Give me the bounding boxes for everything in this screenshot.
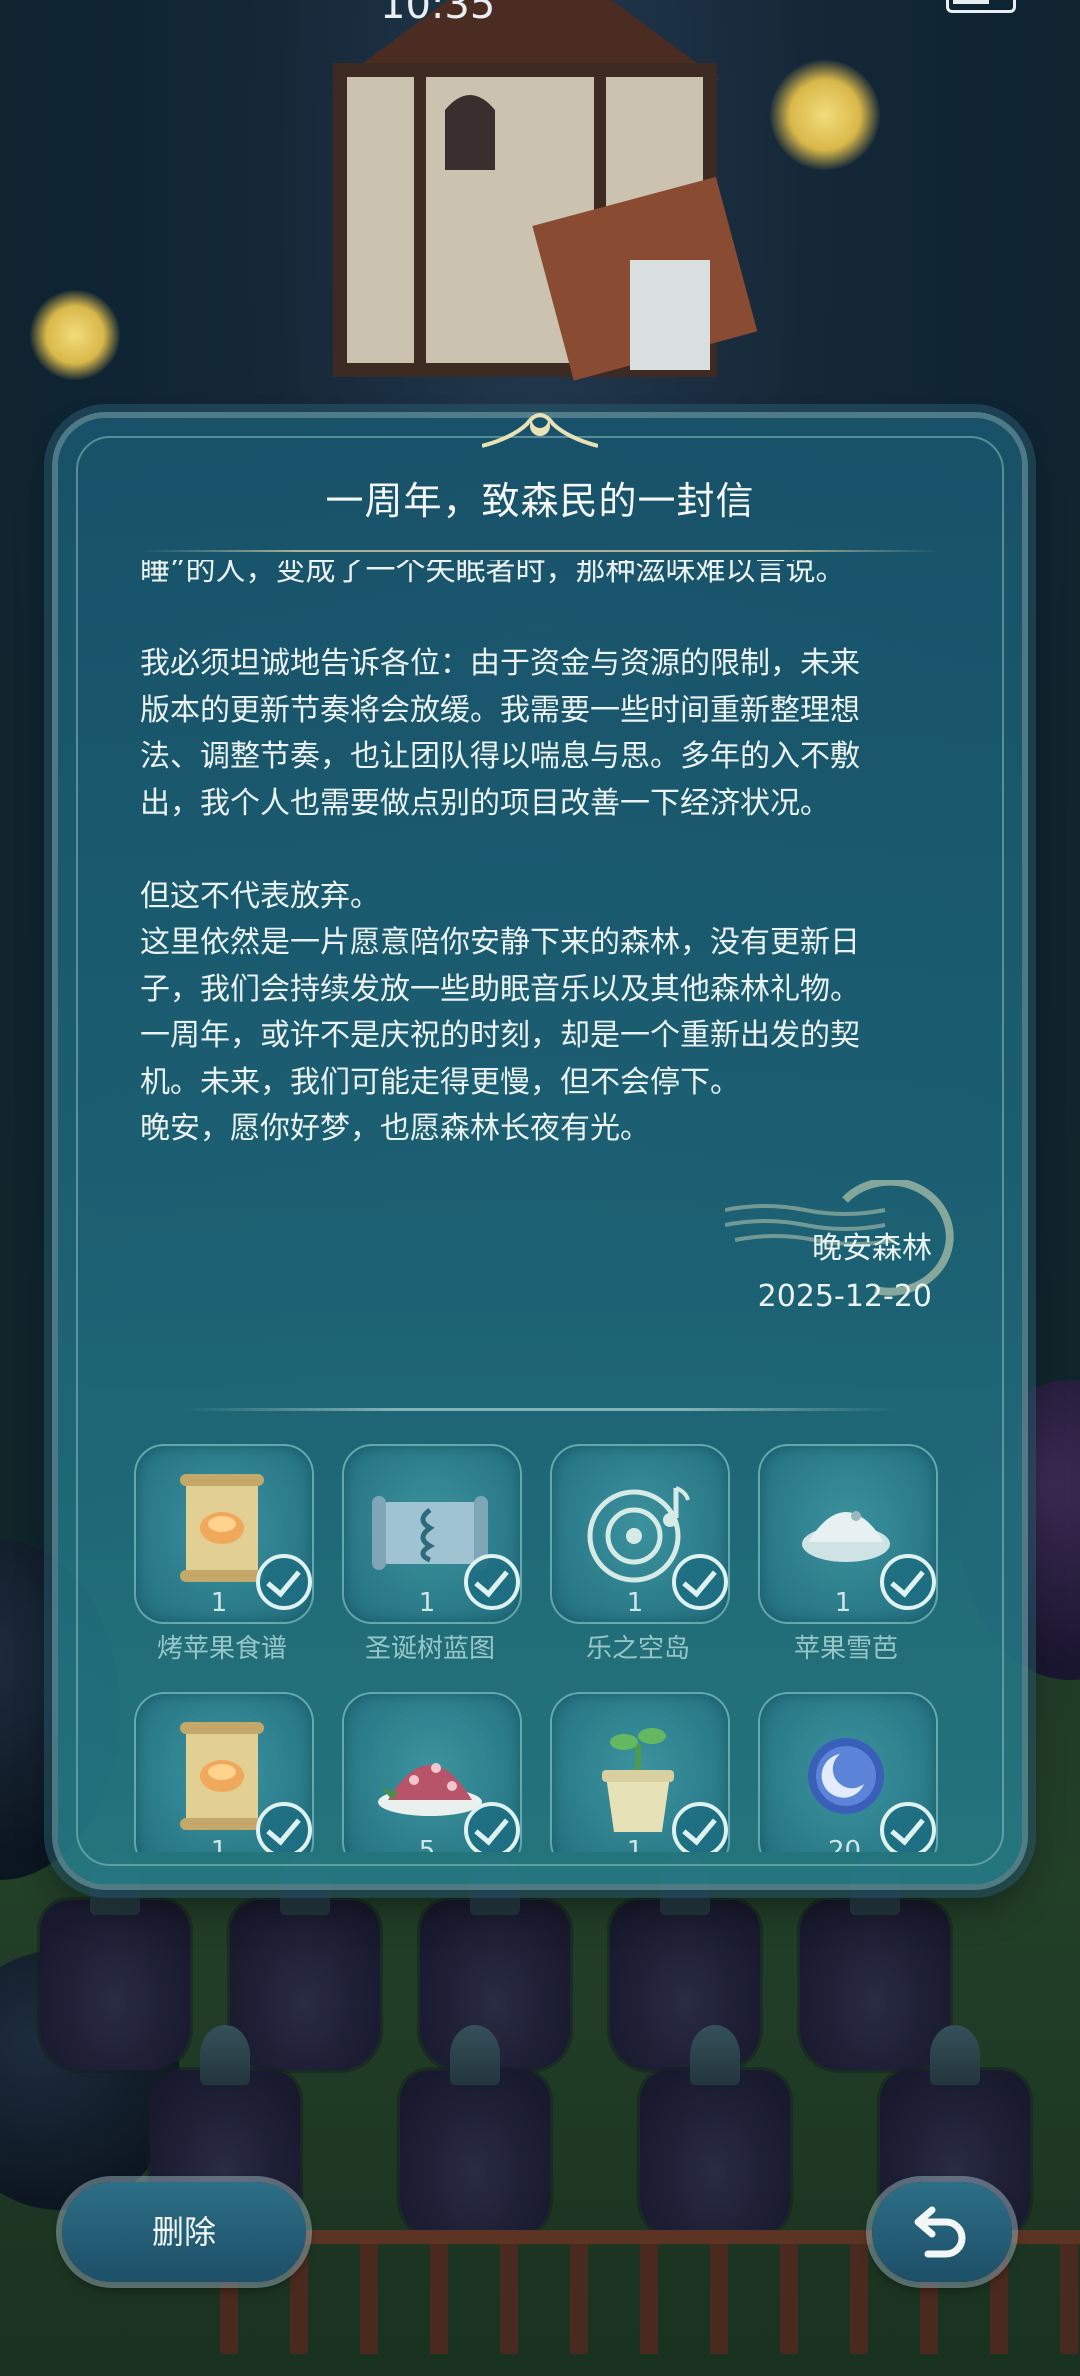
letter-line: 我必须坦诚地告诉各位：由于资金与资源的限制，未来 <box>140 646 860 681</box>
reward-item[interactable]: 1 圣诞树蓝图 <box>342 1444 522 1664</box>
letter-line: 出，我个人也需要做点别的项目改善一下经济状况。 <box>140 785 830 821</box>
reward-name: 圣诞树蓝图 <box>364 1634 495 1664</box>
letter-line: 睡”的人，变成了一个失眠者时，那种滋味难以言说。 <box>140 560 846 588</box>
battery-icon <box>946 0 1016 13</box>
reward-quantity: 20 <box>828 1836 862 1852</box>
lamp-light-right <box>770 60 880 170</box>
reward-quantity: 1 <box>834 1588 852 1618</box>
rewards-divider <box>180 1408 900 1411</box>
letter-line: 子，我们会持续发放一些助眠音乐以及其他森林礼物。 <box>140 971 860 1007</box>
lamp-light-left <box>30 290 120 380</box>
signature-name: 晚安森林 <box>812 1231 932 1266</box>
delete-button[interactable]: 删除 <box>62 2182 306 2282</box>
claimed-check-icon <box>880 1554 936 1610</box>
reward-quantity: 1 <box>626 1588 644 1618</box>
letter-line: 一周年，或许不是庆祝的时刻，却是一个重新出发的契 <box>140 1018 860 1053</box>
signature-date: 2025-12-20 <box>757 1279 932 1314</box>
reward-quantity: 1 <box>210 1836 228 1852</box>
reward-quantity: 5 <box>418 1836 436 1852</box>
letter-body: 睡”的人，变成了一个失眠者时，那种滋味难以言说。我必须坦诚地告诉各位：由于资金与… <box>140 560 950 1153</box>
moon-crest-icon <box>482 413 598 448</box>
reward-item[interactable]: 20 <box>758 1692 938 1852</box>
reward-quantity: 1 <box>210 1588 228 1618</box>
reward-quantity: 1 <box>418 1588 436 1618</box>
letter-title: 一周年，致森民的一封信 <box>325 479 755 523</box>
letter-line: 晚安，愿你好梦，也愿森林长夜有光。 <box>140 1111 650 1146</box>
reward-quantity: 1 <box>626 1836 644 1852</box>
return-arrow-icon <box>914 2206 966 2258</box>
reward-item[interactable]: 5 <box>342 1692 522 1852</box>
crop-plot <box>800 1855 950 2070</box>
crop-plot <box>40 1855 190 2070</box>
crop-plot <box>640 2025 790 2240</box>
claimed-check-icon <box>464 1554 520 1610</box>
reward-item[interactable]: 1 烤苹果食谱 <box>134 1444 314 1664</box>
claimed-check-icon <box>256 1802 312 1852</box>
letter-line: 机。未来，我们可能走得更慢，但不会停下。 <box>140 1064 740 1100</box>
reward-item[interactable]: 1 苹果雪芭 <box>758 1444 938 1664</box>
claimed-check-icon <box>464 1802 520 1852</box>
crop-plot <box>230 1855 380 2070</box>
reward-name: 乐之空岛 <box>585 1634 690 1664</box>
status-bar-time: 10:35 <box>380 0 496 28</box>
title-divider <box>140 550 940 552</box>
treehouse-illustration <box>333 0 758 381</box>
reward-grid[interactable]: 1 烤苹果食谱 1 圣诞树蓝图 1 乐之空岛 1 苹果雪芭 1 5 1 20 <box>134 1444 946 1852</box>
claimed-check-icon <box>880 1802 936 1852</box>
back-button[interactable] <box>872 2182 1012 2282</box>
letter-line: 但这不代表放弃。 <box>140 878 380 914</box>
reward-name: 苹果雪芭 <box>793 1634 898 1664</box>
claimed-check-icon <box>672 1802 728 1852</box>
letter-line: 版本的更新节奏将会放缓。我需要一些时间重新整理想 <box>140 692 860 728</box>
reward-name: 烤苹果食谱 <box>156 1634 287 1664</box>
letter-signature: 晚安森林 2025-12-20 <box>560 1225 932 1321</box>
reward-item[interactable]: 1 <box>550 1692 730 1852</box>
reward-item[interactable]: 1 <box>134 1692 314 1852</box>
claimed-check-icon <box>256 1554 312 1610</box>
reward-item[interactable]: 1 乐之空岛 <box>550 1444 730 1664</box>
letter-line: 法、调整节奏，也让团队得以喘息与思。多年的入不敷 <box>140 739 860 774</box>
crop-plot <box>400 2025 550 2240</box>
letter-line: 这里依然是一片愿意陪你安静下来的森林，没有更新日 <box>140 925 860 960</box>
claimed-check-icon <box>672 1554 728 1610</box>
